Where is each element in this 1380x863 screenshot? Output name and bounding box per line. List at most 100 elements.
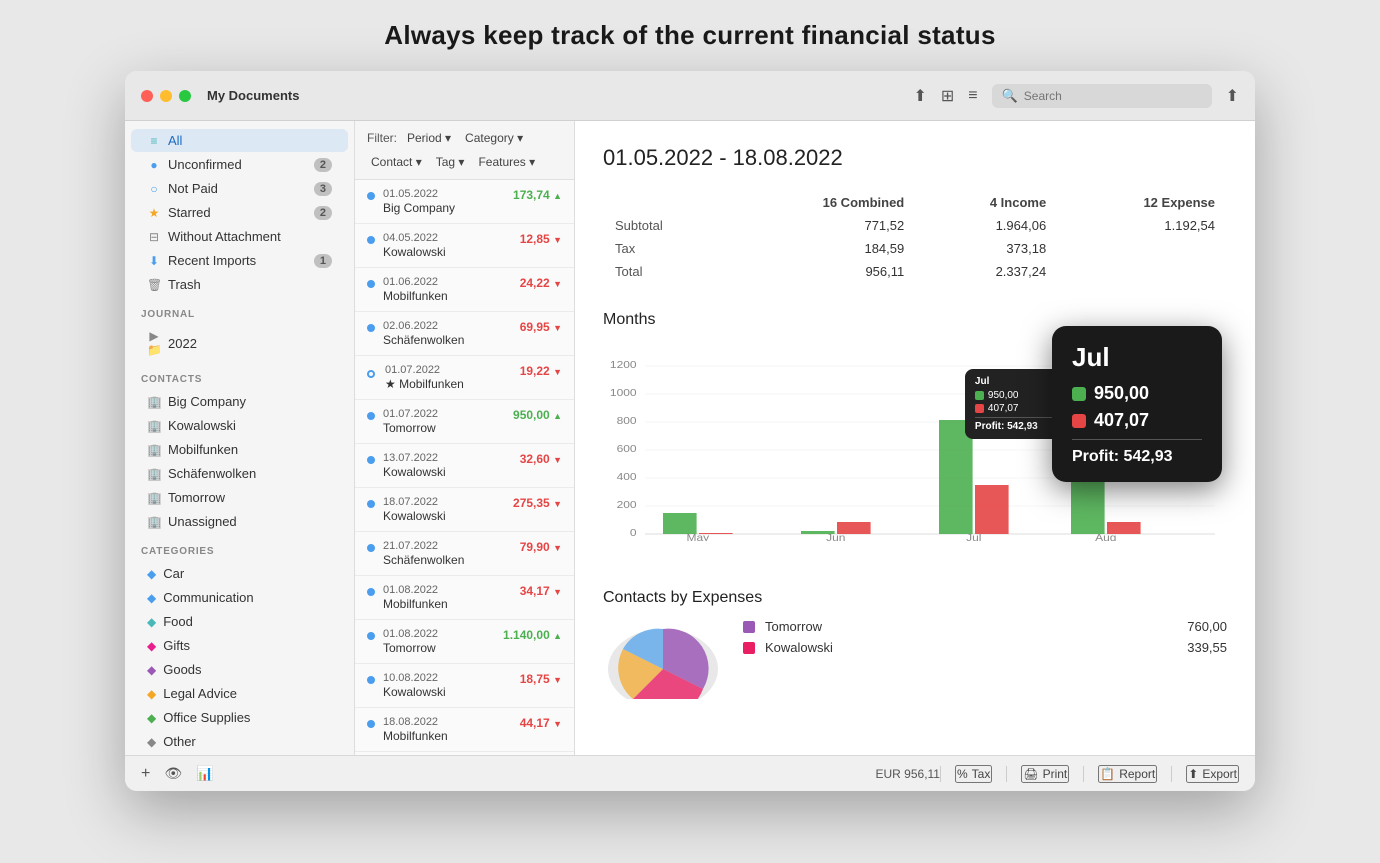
- table-row-subtotal: Subtotal 771,52 1.964,06 1.192,54: [603, 214, 1227, 237]
- filter-tag[interactable]: Tag ▾: [432, 153, 469, 171]
- transaction-dot-7: [367, 456, 375, 464]
- sidebar-item-tomorrow[interactable]: 🏢 Tomorrow: [131, 486, 348, 509]
- transaction-dot-6: [367, 412, 375, 420]
- sidebar-item-schafenwolken[interactable]: 🏢 Schäfenwolken: [131, 462, 348, 485]
- search-input[interactable]: [1024, 89, 1202, 103]
- transaction-item-4[interactable]: 02.06.2022 Schäfenwolken 69,95 ▼: [355, 312, 574, 356]
- search-bar[interactable]: 🔍: [992, 84, 1212, 108]
- transaction-item-13[interactable]: 18.08.2022 Mobilfunken 44,17 ▼: [355, 708, 574, 752]
- list-view-icon[interactable]: ≡: [968, 87, 977, 105]
- upload-icon[interactable]: ⬆: [913, 86, 926, 106]
- filter-period[interactable]: Period ▾: [403, 129, 455, 147]
- eye-button[interactable]: 👁: [164, 765, 182, 782]
- transaction-item-11[interactable]: 01.08.2022 Tomorrow 1.140,00 ▲: [355, 620, 574, 664]
- category-icon-car: ◆: [147, 567, 156, 581]
- svg-text:600: 600: [617, 444, 637, 455]
- sidebar-item-communication[interactable]: ◆ Communication: [131, 586, 348, 609]
- sidebar-item-without-attachment[interactable]: ⊟ Without Attachment: [131, 225, 348, 248]
- print-label: Print: [1043, 767, 1068, 781]
- print-icon: 🖨: [1023, 767, 1038, 781]
- sidebar-item-goods[interactable]: ◆ Goods: [131, 658, 348, 681]
- transaction-date-3: 01.06.2022: [383, 276, 448, 288]
- chart-tooltip-large: Jul 950,00 407,07 Profit: 542,93: [1052, 326, 1222, 482]
- export-button[interactable]: ⬆ Export: [1186, 765, 1239, 783]
- sidebar-item-kowalowski[interactable]: 🏢 Kowalowski: [131, 414, 348, 437]
- sidebar-item-unassigned-contact[interactable]: 🏢 Unassigned: [131, 510, 348, 533]
- legend-row-tomorrow: Tomorrow 760,00: [743, 619, 1227, 634]
- col-header-combined: 16 Combined: [730, 191, 917, 214]
- transaction-vendor-11: Tomorrow: [383, 641, 438, 655]
- category-icon-goods: ◆: [147, 663, 156, 677]
- contacts-section: Tomorrow 760,00 Kowalowski 339,55: [603, 619, 1227, 704]
- filter-contact[interactable]: Contact ▾: [367, 153, 426, 171]
- row-combined-subtotal: 771,52: [730, 214, 917, 237]
- transaction-date-4: 02.06.2022: [383, 320, 464, 332]
- sidebar-item-office-supplies[interactable]: ◆ Office Supplies: [131, 706, 348, 729]
- sidebar-label-mobilfunken: Mobilfunken: [168, 442, 238, 457]
- tooltip-month: Jul: [1072, 342, 1202, 373]
- sidebar-item-all[interactable]: ≡ All: [131, 129, 348, 152]
- report-button[interactable]: 📋 Report: [1098, 765, 1157, 783]
- sidebar-item-car[interactable]: ◆ Car: [131, 562, 348, 585]
- legend-label-kowalowski: Kowalowski: [765, 640, 833, 655]
- print-button[interactable]: 🖨 Print: [1021, 765, 1069, 783]
- transaction-amount-12: 18,75 ▼: [520, 672, 562, 686]
- export-label: Export: [1202, 767, 1237, 781]
- transaction-item-7[interactable]: 13.07.2022 Kowalowski 32,60 ▼: [355, 444, 574, 488]
- bottom-bar-right: % Tax 🖨 Print 📋 Report ⬆ Export: [940, 765, 1239, 783]
- transaction-item-6[interactable]: 01.07.2022 Tomorrow 950,00 ▲: [355, 400, 574, 444]
- sidebar-item-recent-imports[interactable]: ⬇ Recent Imports 1: [131, 249, 348, 272]
- transaction-vendor-9: Schäfenwolken: [383, 553, 464, 567]
- transaction-vendor-5: ★ Mobilfunken: [385, 377, 464, 391]
- sidebar-item-unconfirmed[interactable]: ● Unconfirmed 2: [131, 153, 348, 176]
- sidebar-item-2022[interactable]: ▶ 📁 2022: [131, 325, 348, 361]
- sidebar-label-trash: Trash: [168, 277, 201, 292]
- transaction-item-8[interactable]: 18.07.2022 Kowalowski 275,35 ▼: [355, 488, 574, 532]
- col-header-empty: [603, 191, 730, 214]
- transaction-date-7: 13.07.2022: [383, 452, 446, 464]
- chart-button[interactable]: 📊: [196, 765, 213, 782]
- grid-view-icon[interactable]: ⊞: [941, 86, 954, 106]
- share-icon[interactable]: ⬆: [1226, 86, 1239, 106]
- starred-badge: 2: [314, 206, 332, 220]
- filter-features[interactable]: Features ▾: [474, 153, 539, 171]
- transaction-item-9[interactable]: 21.07.2022 Schäfenwolken 79,90 ▼: [355, 532, 574, 576]
- sidebar-item-legal[interactable]: ◆ Legal Advice: [131, 682, 348, 705]
- not-paid-icon: ○: [147, 182, 161, 196]
- sidebar-item-gifts[interactable]: ◆ Gifts: [131, 634, 348, 657]
- sidebar-item-starred[interactable]: ★ Starred 2: [131, 201, 348, 224]
- contact-icon-5: 🏢: [147, 491, 161, 505]
- transaction-item-3[interactable]: 01.06.2022 Mobilfunken 24,22 ▼: [355, 268, 574, 312]
- minimize-button[interactable]: [160, 90, 172, 102]
- close-button[interactable]: [141, 90, 153, 102]
- sidebar-item-big-company[interactable]: 🏢 Big Company: [131, 390, 348, 413]
- unconfirmed-icon: ●: [147, 158, 161, 172]
- sidebar-item-other[interactable]: ◆ Other: [131, 730, 348, 753]
- transaction-item-12[interactable]: 10.08.2022 Kowalowski 18,75 ▼: [355, 664, 574, 708]
- svg-text:0: 0: [630, 528, 637, 539]
- svg-text:Aug: Aug: [1095, 533, 1116, 541]
- journal-section-header: JOURNAL: [125, 297, 354, 324]
- contact-icon-4: 🏢: [147, 467, 161, 481]
- transaction-dot-9: [367, 544, 375, 552]
- transaction-item-1[interactable]: 01.05.2022 Big Company 173,74 ▲: [355, 180, 574, 224]
- sidebar-item-not-paid[interactable]: ○ Not Paid 3: [131, 177, 348, 200]
- transaction-item-5[interactable]: 01.07.2022 ★ Mobilfunken 19,22 ▼: [355, 356, 574, 400]
- sidebar-item-trash[interactable]: 🗑 Trash: [131, 273, 348, 296]
- sidebar-item-mobilfunken[interactable]: 🏢 Mobilfunken: [131, 438, 348, 461]
- add-button[interactable]: +: [141, 765, 150, 783]
- tax-button[interactable]: % Tax: [955, 765, 992, 783]
- main-content: ≡ All ● Unconfirmed 2 ○ Not Paid 3 ★ Sta…: [125, 121, 1255, 755]
- transaction-item-10[interactable]: 01.08.2022 Mobilfunken 34,17 ▼: [355, 576, 574, 620]
- transaction-amount-5: 19,22 ▼: [520, 364, 562, 378]
- contact-icon-6: 🏢: [147, 515, 161, 529]
- sidebar-item-food[interactable]: ◆ Food: [131, 610, 348, 633]
- row-label-total: Total: [603, 260, 730, 283]
- maximize-button[interactable]: [179, 90, 191, 102]
- svg-text:1000: 1000: [610, 388, 637, 399]
- legend-row-kowalowski: Kowalowski 339,55: [743, 640, 1227, 655]
- transaction-item-2[interactable]: 04.05.2022 Kowalowski 12,85 ▼: [355, 224, 574, 268]
- category-icon-legal: ◆: [147, 687, 156, 701]
- contact-icon-2: 🏢: [147, 419, 161, 433]
- filter-category[interactable]: Category ▾: [461, 129, 527, 147]
